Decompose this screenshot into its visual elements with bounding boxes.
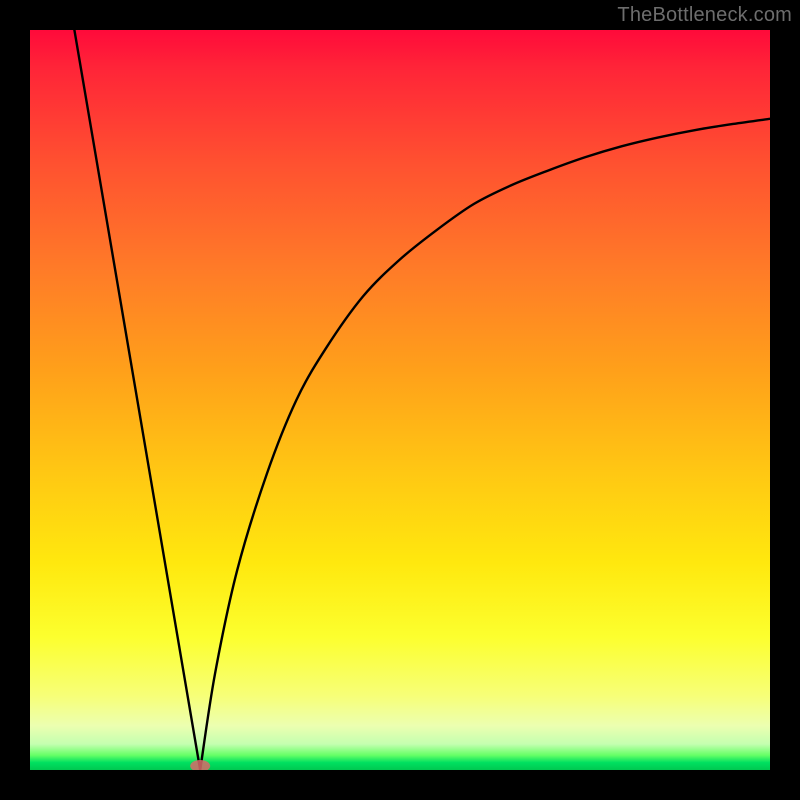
bottleneck-curve [74, 30, 770, 770]
plot-area [30, 30, 770, 770]
watermark-text: TheBottleneck.com [617, 4, 792, 27]
min-marker [190, 760, 210, 770]
curve-svg [30, 30, 770, 770]
chart-frame: TheBottleneck.com [0, 0, 800, 800]
